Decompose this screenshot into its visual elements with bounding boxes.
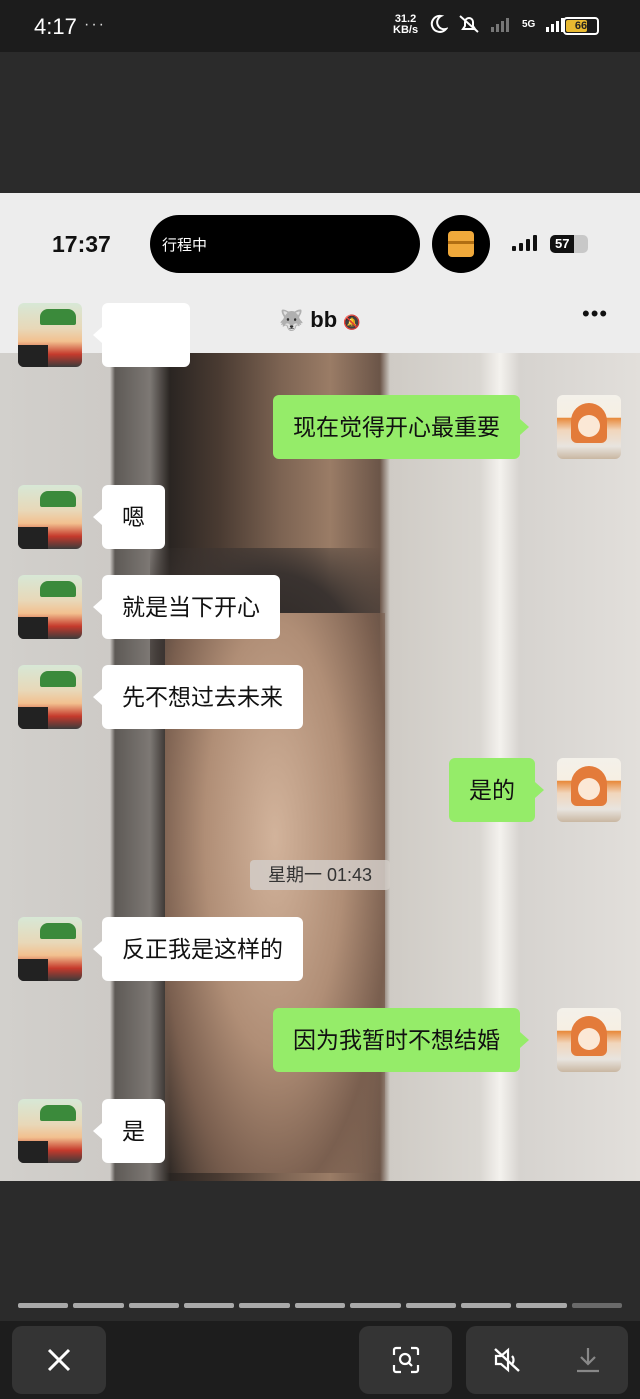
screen: 4:17 ··· 31.2 KB/s 5G 66 17:37 行程中 57 🐺 … [0,0,640,1399]
progress-segment [73,1303,124,1308]
dynamic-island: 行程中 [150,215,420,273]
mute-bell-icon: 🔕 [343,314,361,330]
close-button[interactable] [12,1326,106,1394]
progress-segment [294,1303,346,1308]
delivery-box-icon [432,215,490,273]
progress-segment [516,1303,567,1308]
message-text: 先不想过去未来 [122,684,283,710]
scan-icon [392,1346,419,1374]
avatar-contact[interactable] [18,917,82,981]
avatar[interactable] [18,303,82,367]
chat-background: 现在觉得开心最重要 嗯 就是当下开心 先不想过去未来 是的 星期一 01:43 … [0,303,640,1181]
download-icon [576,1348,599,1373]
message-bubble-outgoing[interactable]: 现在觉得开心最重要 [273,395,529,459]
message-text: 就是当下开心 [122,594,260,620]
moon-icon [430,14,448,33]
chat-screenshot: 17:37 行程中 57 ‹ 🐺 bb 🔕 ••• [0,193,640,1181]
time-divider: 星期一 01:43 [250,860,390,890]
network-speed-unit: KB/s [393,24,419,36]
message-bubble-incoming[interactable]: 先不想过去未来 [93,665,303,729]
inner-status-bar: 17:37 行程中 57 [0,193,640,291]
contact-name: bb [310,307,338,332]
message-bubble-outgoing[interactable]: 因为我暂时不想结婚 [273,1008,529,1072]
island-text: 行程中 [162,237,208,254]
message-bubble-incoming[interactable]: 反正我是这样的 [93,917,303,981]
inner-battery-icon: 57 [550,235,588,253]
battery-icon: 66 [563,17,599,35]
message-bubble-incoming[interactable]: 就是当下开心 [93,575,280,639]
progress-segment [128,1303,180,1308]
progress-segment [239,1303,290,1308]
network-type: 5G [522,18,536,30]
avatar-self[interactable] [557,395,621,459]
wolf-avatar-icon: 🐺 [279,310,305,332]
viewer-toolbar [0,1321,640,1399]
message-bubble-outgoing[interactable]: 是的 [449,758,544,822]
message-bubble[interactable] [93,303,190,367]
progress-segment [184,1303,235,1308]
message-bubble-incoming[interactable]: 嗯 [93,485,165,549]
avatar-contact[interactable] [18,485,82,549]
close-icon [47,1348,71,1372]
avatar-contact[interactable] [18,665,82,729]
progress-segment [460,1303,512,1308]
inner-signal-icon [512,235,537,251]
scan-button[interactable] [359,1326,452,1394]
inner-battery-level: 57 [555,236,570,251]
avatar-contact[interactable] [18,575,82,639]
inner-status-time: 17:37 [52,231,111,257]
chat-header: ‹ 🐺 bb 🔕 ••• [0,291,640,353]
download-button[interactable] [547,1346,628,1374]
mute-bell-icon [459,15,479,33]
message-text: 反正我是这样的 [122,936,283,962]
avatar-self[interactable] [557,1008,621,1072]
media-actions [466,1326,628,1394]
progress-segment [350,1303,401,1308]
outer-status-bar: 4:17 ··· 31.2 KB/s 5G 66 [0,0,640,52]
story-progress [18,1303,622,1308]
progress-segment [18,1303,69,1308]
progress-segment [571,1303,622,1308]
progress-segment [405,1303,456,1308]
mute-icon [493,1347,520,1373]
message-text: 是的 [469,777,515,803]
wifi-x-icon [491,18,509,32]
status-icons: 5G [428,14,567,34]
more-icon[interactable]: ••• [582,301,608,327]
avatar-contact[interactable] [18,1099,82,1163]
battery-level: 66 [574,20,588,32]
status-time: 4:17 [34,14,77,39]
message-bubble-incoming[interactable]: 是 [93,1099,165,1163]
message-text: 因为我暂时不想结婚 [293,1027,500,1053]
avatar-self[interactable] [557,758,621,822]
message-text: 是 [122,1118,145,1144]
mute-button[interactable] [466,1346,547,1374]
network-speed: 31.2 KB/s [393,14,418,36]
status-notification-dots: ··· [84,16,106,33]
message-text: 嗯 [122,504,145,530]
message-text: 现在觉得开心最重要 [293,414,500,440]
